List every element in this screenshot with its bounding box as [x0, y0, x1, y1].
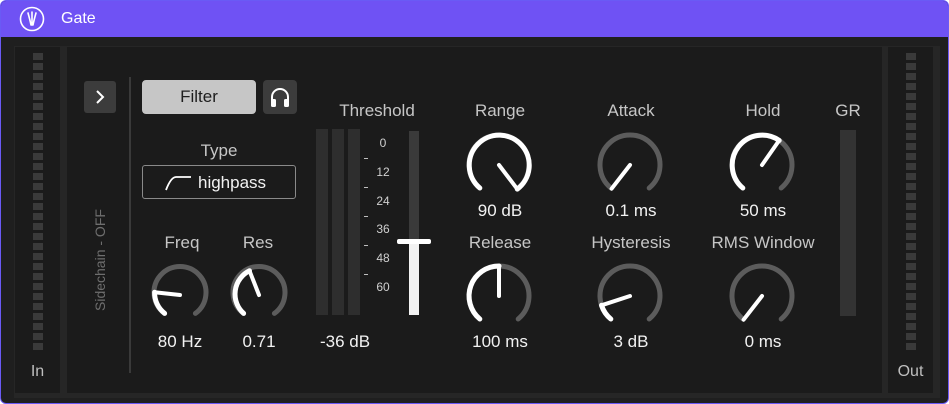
res-label: Res — [242, 233, 274, 252]
threshold-scale-label: 12 — [376, 164, 390, 179]
sidechain-status-label: Sidechain - OFF — [92, 209, 108, 311]
release-label: Release — [468, 233, 532, 252]
output-meter-leds — [905, 53, 916, 353]
rms-window-label: RMS Window — [711, 233, 815, 252]
filter-button[interactable]: Filter — [142, 80, 256, 114]
threshold-input-meter — [348, 129, 360, 315]
release-value: 100 ms — [472, 332, 528, 351]
threshold-scale-label: 0 — [379, 136, 387, 150]
output-meter-label: Out — [897, 363, 924, 380]
freq-knob[interactable] — [148, 263, 212, 327]
range-value: 90 dB — [477, 201, 523, 220]
sidechain-expand-button[interactable] — [84, 81, 116, 113]
attack-label: Attack — [607, 101, 655, 120]
hysteresis-label: Hysteresis — [591, 233, 671, 252]
input-meter-label: In — [30, 363, 45, 380]
window-title: Gate — [61, 10, 96, 27]
input-meter: In — [15, 47, 60, 393]
threshold-scale-tick — [364, 187, 368, 189]
gr-label: GR — [835, 101, 861, 120]
threshold-value: -36 dB — [319, 332, 371, 351]
highpass-curve-icon — [165, 176, 191, 191]
threshold-scale-label: 48 — [376, 251, 390, 266]
threshold-slider-handle[interactable] — [397, 239, 431, 244]
threshold-scale-tick — [364, 216, 368, 217]
threshold-input-meter — [316, 129, 328, 315]
input-meter-leds — [32, 53, 43, 353]
hold-label: Hold — [745, 101, 781, 120]
headphones-icon — [271, 88, 289, 107]
filter-type-label: Type — [200, 141, 238, 160]
freq-label: Freq — [164, 233, 200, 252]
range-label: Range — [474, 101, 526, 120]
threshold-slider[interactable] — [409, 131, 419, 315]
hysteresis-knob[interactable] — [590, 256, 670, 336]
rms-window-value: 0 ms — [744, 332, 782, 351]
title-bar: Gate — [1, 1, 948, 37]
res-knob[interactable] — [227, 263, 291, 327]
divider — [129, 77, 131, 373]
attack-knob[interactable] — [590, 125, 670, 205]
controls-panel: Sidechain - OFF Filter Type highpass Fre… — [67, 47, 882, 393]
freq-value: 80 Hz — [157, 332, 203, 351]
threshold-slider-fill — [409, 241, 419, 315]
filter-type-select[interactable]: highpass — [142, 165, 296, 199]
filter-type-value: highpass — [198, 173, 267, 192]
chevron-right-icon — [96, 90, 105, 104]
threshold-scale-label: 60 — [376, 280, 390, 294]
range-knob[interactable] — [459, 125, 539, 205]
res-value: 0.71 — [242, 332, 276, 351]
filter-listen-button[interactable] — [263, 80, 297, 114]
release-knob[interactable] — [459, 256, 539, 336]
threshold-input-meter — [332, 129, 344, 315]
plugin-logo-icon — [19, 6, 45, 32]
threshold-scale-label: 36 — [376, 222, 390, 237]
hold-value: 50 ms — [739, 201, 787, 220]
plugin-window: Gate In Out Sidechain - OFF Filter Type — [0, 0, 949, 404]
threshold-scale-label: 24 — [376, 193, 390, 208]
hold-knob[interactable] — [722, 125, 802, 205]
hysteresis-value: 3 dB — [613, 332, 649, 351]
output-meter: Out — [888, 47, 933, 393]
rms-window-knob[interactable] — [722, 256, 802, 336]
threshold-scale-tick — [364, 244, 368, 246]
threshold-scale-tick — [364, 158, 368, 160]
gain-reduction-meter — [840, 130, 856, 316]
threshold-label: Threshold — [339, 101, 415, 120]
threshold-scale-tick — [364, 273, 368, 275]
attack-value: 0.1 ms — [605, 201, 657, 220]
